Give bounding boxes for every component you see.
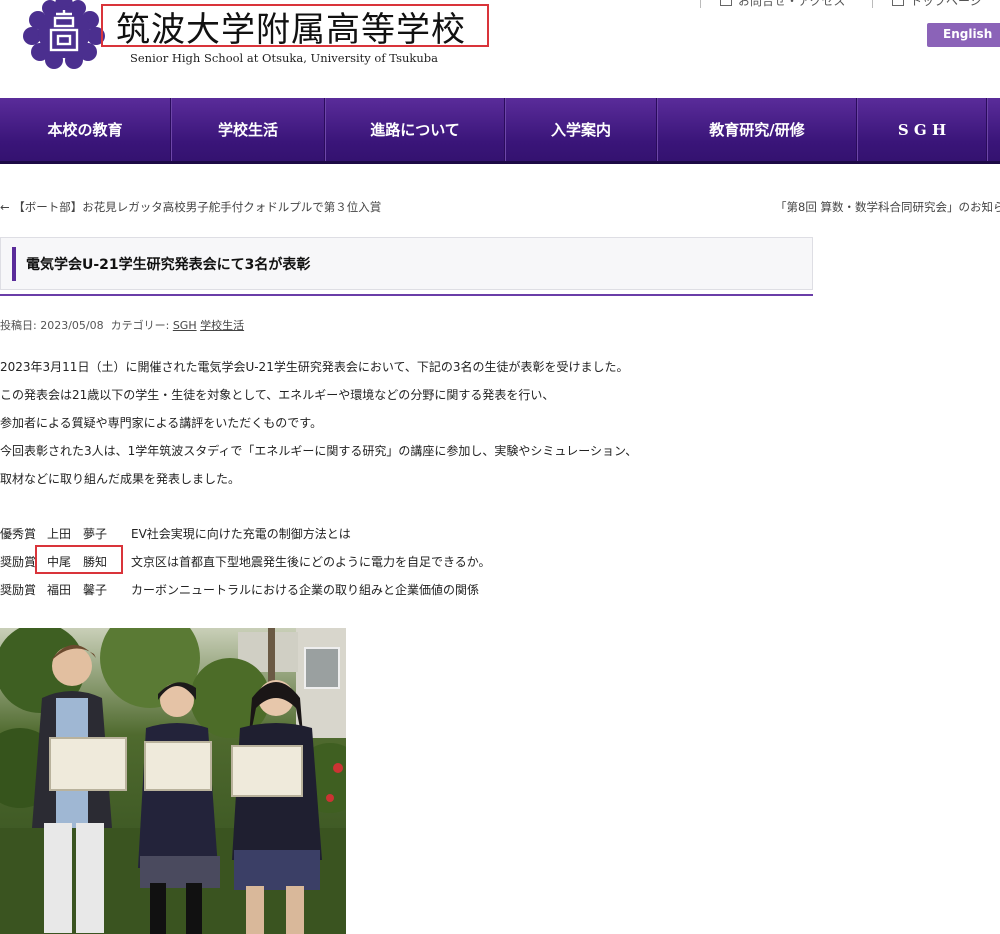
english-button[interactable]: English ▸: [927, 23, 1000, 47]
title-underline: [0, 294, 813, 296]
article-paragraph: 今回表彰された3人は、1学年筑波スタディで「エネルギーに関する研究」の講座に参加…: [0, 444, 638, 458]
article-paragraph: 取材などに取り組んだ成果を発表しました。: [0, 472, 241, 486]
students-photo-illustration: [0, 628, 346, 934]
student-name: 上田 夢子: [47, 527, 108, 541]
next-post-link[interactable]: 「第8回 算数・数学科合同研究会」のお知らせ: [775, 199, 1000, 215]
school-title[interactable]: 筑波大学附属高等学校: [116, 2, 466, 51]
nav-item-career[interactable]: 進路について: [326, 98, 504, 161]
title-accent-bar: [12, 247, 16, 281]
checkbox-icon: [892, 0, 904, 6]
nav-item-school-life[interactable]: 学校生活: [172, 98, 324, 161]
article-paragraph: 参加者による質疑や専門家による講評をいただくものです。: [0, 416, 323, 430]
article-paragraph: 2023年3月11日（土）に開催された電気学会U-21学生研究発表会において、下…: [0, 360, 629, 374]
school-subtitle-en: Senior High School at Otsuka, University…: [130, 51, 439, 65]
article-title: 電気学会U-21学生研究発表会にて3名が表彰: [26, 257, 311, 273]
research-title: 文京区は首都直下型地震発生後にどのように電力を自足できるか。: [131, 555, 491, 569]
article-meta: 投稿日: 2023/05/08 カテゴリー: SGH 学校生活: [0, 319, 245, 332]
contact-access-link[interactable]: お問合せ・アクセス: [720, 0, 845, 9]
nav-item-admission[interactable]: 入学案内: [506, 98, 656, 161]
checkbox-icon: [720, 0, 732, 6]
nav-item-sgh[interactable]: S G H: [858, 98, 986, 161]
top-page-link[interactable]: トップページ: [892, 0, 982, 9]
site-header: 筑波大学附属高等学校 Senior High School at Otsuka,…: [0, 0, 1000, 98]
article-paragraph: この発表会は21歳以下の学生・生徒を対象として、エネルギーや環境などの分野に関す…: [0, 388, 555, 402]
utility-links: お問合せ・アクセス トップページ: [700, 0, 1000, 10]
award-photo: [0, 628, 346, 934]
link-divider: [700, 0, 701, 8]
award-type: 奨励賞: [0, 583, 37, 597]
nav-item-research[interactable]: 教育研究/研修: [658, 98, 856, 161]
research-title: EV社会実現に向けた充電の制御方法とは: [131, 527, 351, 541]
award-type: 奨励賞: [0, 555, 37, 569]
nav-item-education[interactable]: 本校の教育: [0, 98, 170, 161]
category-link-school-life[interactable]: 学校生活: [200, 319, 244, 332]
link-divider: [872, 0, 873, 8]
student-name: 福田 馨子: [47, 583, 108, 597]
research-title: カーボンニュートラルにおける企業の取り組みと企業価値の関係: [131, 583, 480, 597]
award-type: 優秀賞: [0, 527, 37, 541]
prev-post-link[interactable]: ← 【ボート部】お花見レガッタ高校男子舵手付クォドルプルで第３位入賞: [0, 199, 381, 215]
category-link-sgh[interactable]: SGH: [173, 319, 197, 332]
nav-divider: [986, 98, 988, 161]
school-emblem-icon[interactable]: [22, 0, 106, 70]
main-nav: 本校の教育 学校生活 進路について 入学案内 教育研究/研修 S G H: [0, 98, 1000, 164]
name-highlight-box: [35, 545, 123, 574]
